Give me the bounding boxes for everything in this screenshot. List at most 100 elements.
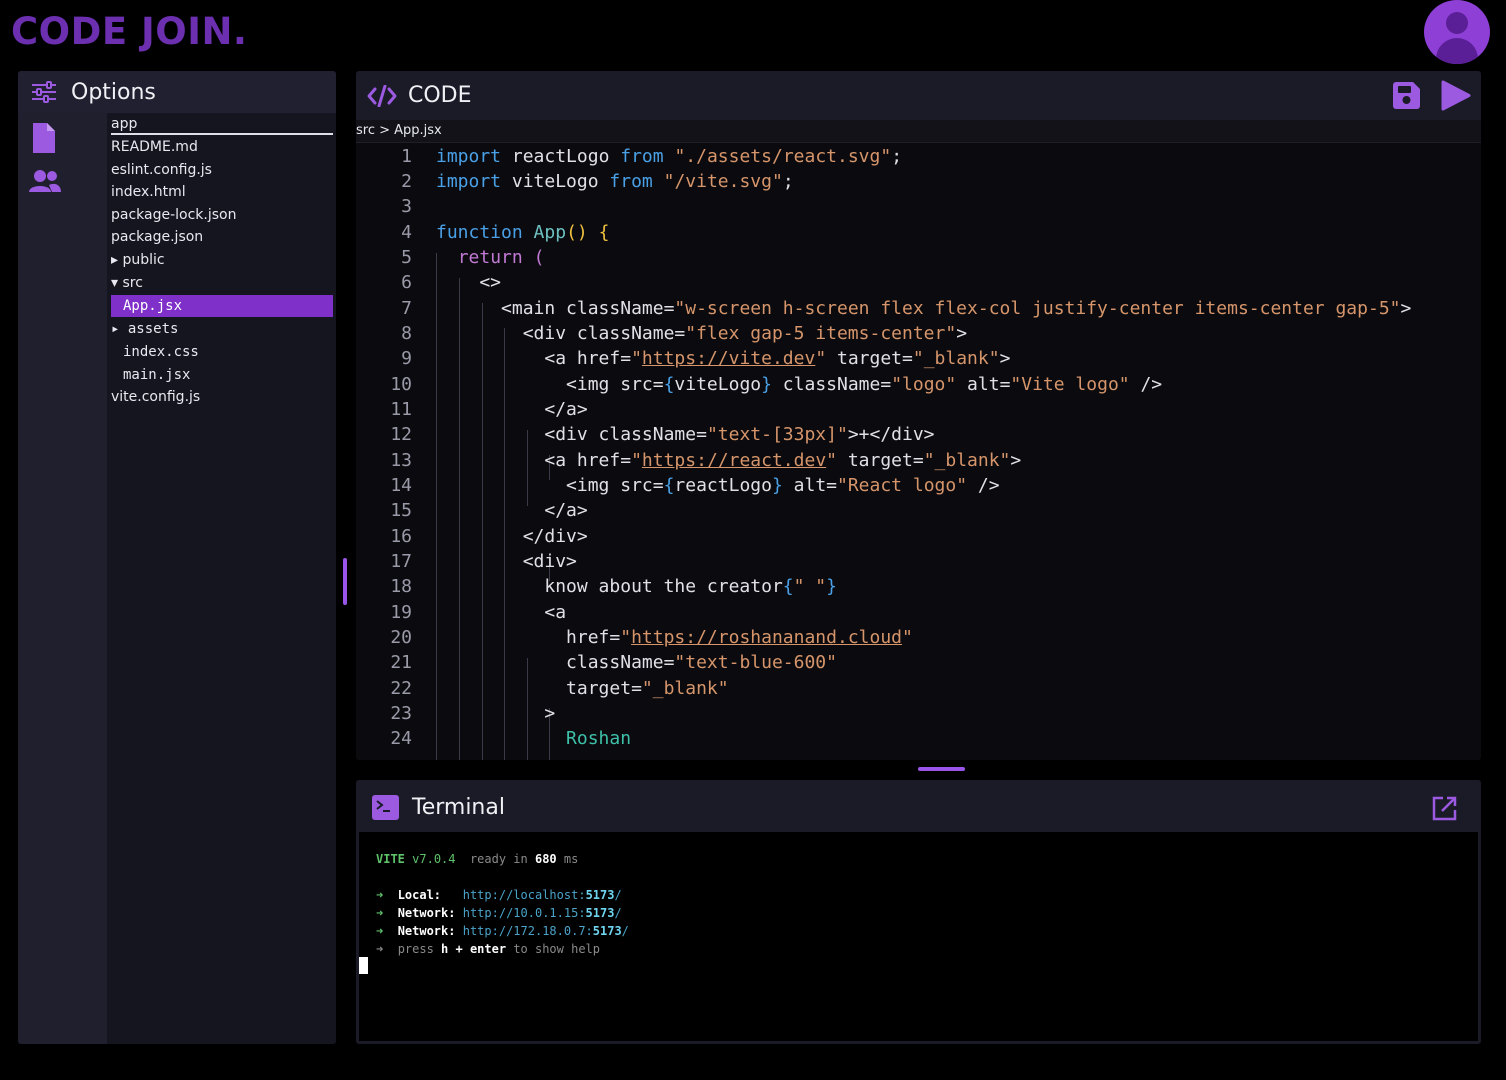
local-label: Local: bbox=[397, 888, 442, 902]
arrow-icon: ➜ bbox=[376, 924, 384, 938]
line-number: 7 bbox=[401, 298, 412, 319]
code-line: <a href="https://vite.dev" target="_blan… bbox=[436, 348, 1011, 369]
code-token: } bbox=[771, 475, 783, 496]
app-logo: CODE JOIN. bbox=[11, 10, 248, 53]
code-line: <a bbox=[436, 602, 567, 623]
file-item[interactable]: package.json bbox=[111, 226, 333, 248]
terminal-line: ➜ Network: http://172.18.0.7:5173/ bbox=[376, 924, 629, 938]
line-number: 24 bbox=[390, 728, 412, 749]
line-number: 16 bbox=[390, 526, 412, 547]
open-external-icon[interactable] bbox=[1432, 796, 1457, 821]
slash: / bbox=[621, 924, 629, 938]
code-token: { bbox=[663, 374, 675, 395]
code-token: " bbox=[826, 450, 837, 471]
file-item[interactable]: main.jsx bbox=[111, 364, 336, 386]
line-number: 9 bbox=[401, 348, 412, 369]
users-icon[interactable] bbox=[29, 169, 61, 193]
arrow-icon: ➜ bbox=[376, 888, 384, 902]
user-avatar[interactable] bbox=[1424, 0, 1490, 64]
code-line: <img src={reactLogo} alt="React logo" /> bbox=[436, 475, 1000, 496]
code-token: https://react.dev bbox=[641, 450, 827, 471]
file-item[interactable]: README.md bbox=[111, 136, 333, 158]
code-token: from bbox=[620, 146, 664, 167]
code-token: "logo" bbox=[891, 374, 957, 395]
code-token: "Vite logo" bbox=[1010, 374, 1130, 395]
editor-header: CODE bbox=[356, 71, 1481, 120]
slash: / bbox=[614, 888, 622, 902]
code-token: import bbox=[436, 146, 502, 167]
code-token: { bbox=[598, 222, 610, 243]
options-header: Options bbox=[18, 71, 336, 113]
code-token: " bbox=[631, 450, 642, 471]
line-number: 11 bbox=[390, 399, 412, 420]
code-line: </a> bbox=[436, 399, 588, 420]
file-item[interactable]: eslint.config.js bbox=[111, 159, 333, 181]
terminal-line: VITE v7.0.4 ready in 680 ms bbox=[376, 852, 578, 866]
code-line: <img src={viteLogo} className="logo" alt… bbox=[436, 374, 1163, 395]
sidebar-resize-handle[interactable] bbox=[343, 558, 347, 605]
line-number: 21 bbox=[390, 652, 412, 673]
code-line: <main className="w-screen h-screen flex … bbox=[436, 298, 1412, 319]
code-token: "text-blue-600" bbox=[674, 652, 837, 673]
terminal-cursor bbox=[359, 957, 368, 974]
slash: / bbox=[614, 906, 622, 920]
code-area[interactable]: 1 2 3 4 5 6 7 8 9 10 11 12 13 14 15 16 1… bbox=[356, 142, 1481, 760]
line-number: 14 bbox=[390, 475, 412, 496]
line-number: 17 bbox=[390, 551, 412, 572]
code-editor-panel: CODE src > App.jsx 1 2 3 4 5 6 7 8 9 10 … bbox=[356, 71, 1481, 760]
file-icon[interactable] bbox=[33, 123, 55, 153]
code-token: "_blank" bbox=[923, 450, 1011, 471]
code-line: <a href="https://react.dev" target="_bla… bbox=[436, 450, 1022, 471]
file-tree: app README.md eslint.config.js index.htm… bbox=[107, 113, 336, 1044]
code-line: return ( bbox=[436, 245, 545, 270]
file-item-selected[interactable]: App.jsx bbox=[111, 295, 333, 317]
code-line: <div className="text-[33px]">+</div> bbox=[436, 424, 935, 445]
sliders-icon[interactable] bbox=[31, 81, 57, 103]
code-token: } bbox=[761, 374, 772, 395]
code-line: </a> bbox=[436, 500, 588, 521]
code-token: " bbox=[902, 627, 913, 648]
folder-item-assets[interactable]: ▸ assets bbox=[111, 318, 333, 340]
terminal-header: Terminal bbox=[356, 780, 1481, 832]
code-token: { bbox=[663, 475, 675, 496]
folder-item-public[interactable]: ▸ public bbox=[111, 249, 333, 271]
breadcrumb: src > App.jsx bbox=[356, 123, 442, 138]
code-token: "_blank" bbox=[912, 348, 1000, 369]
avatar-body-icon bbox=[1436, 38, 1478, 64]
code-token: Roshan bbox=[566, 728, 632, 749]
vite-label: VITE bbox=[376, 852, 405, 866]
editor-title: CODE bbox=[408, 83, 472, 108]
code-token: " bbox=[620, 627, 632, 648]
run-icon[interactable] bbox=[1441, 80, 1471, 111]
code-line: function App() { bbox=[436, 220, 609, 245]
save-icon[interactable] bbox=[1393, 82, 1420, 109]
code-icon bbox=[367, 85, 397, 107]
vite-version: v7.0.4 bbox=[412, 852, 456, 866]
network-url: http://10.0.1.15: bbox=[462, 906, 586, 920]
code-line: <div> bbox=[436, 551, 577, 572]
code-line: import viteLogo from "/vite.svg"; bbox=[436, 171, 794, 192]
local-url: http://localhost: bbox=[462, 888, 586, 902]
file-item[interactable]: package-lock.json bbox=[111, 204, 333, 226]
code-token: () bbox=[566, 222, 588, 243]
code-token: "React logo" bbox=[837, 475, 968, 496]
code-token: function bbox=[436, 222, 523, 243]
line-number: 10 bbox=[390, 374, 412, 395]
options-panel: Options app README.md eslint.config.js i… bbox=[18, 71, 336, 1044]
line-number: 1 bbox=[401, 146, 412, 167]
file-item[interactable]: index.html bbox=[111, 181, 333, 203]
line-number: 20 bbox=[390, 627, 412, 648]
file-item[interactable]: index.css bbox=[111, 341, 336, 363]
terminal-output[interactable]: VITE v7.0.4 ready in 680 ms ➜ Local: htt… bbox=[359, 832, 1478, 1041]
code-token: "_blank" bbox=[641, 678, 729, 699]
file-tree-root[interactable]: app bbox=[111, 113, 333, 135]
line-number: 5 bbox=[401, 247, 412, 268]
folder-item-src[interactable]: ▾ src bbox=[111, 272, 333, 294]
line-number: 3 bbox=[401, 196, 412, 217]
code-line: target="_blank" bbox=[436, 678, 729, 699]
avatar-head-icon bbox=[1446, 12, 1468, 34]
file-item[interactable]: vite.config.js bbox=[111, 386, 333, 408]
terminal-icon bbox=[372, 795, 399, 820]
code-token: https://vite.dev bbox=[641, 348, 816, 369]
terminal-resize-handle[interactable] bbox=[918, 767, 965, 771]
